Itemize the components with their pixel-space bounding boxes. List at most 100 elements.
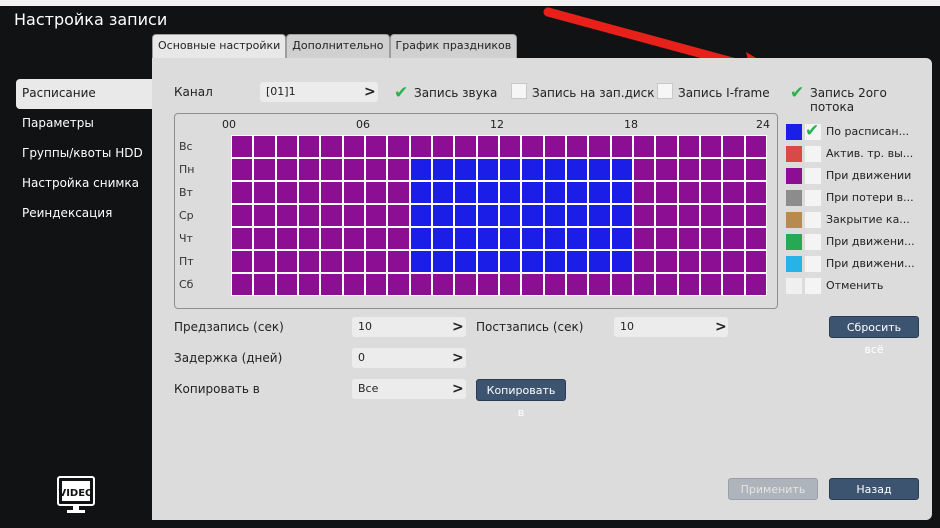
schedule-cell[interactable]	[745, 205, 766, 226]
schedule-cell[interactable]	[589, 205, 610, 226]
schedule-cell[interactable]	[410, 274, 431, 295]
schedule-cell[interactable]	[500, 205, 521, 226]
back-button[interactable]: Назад	[829, 478, 919, 500]
schedule-cell[interactable]	[232, 274, 253, 295]
schedule-cell[interactable]	[433, 251, 454, 272]
sidebar-item-reindex[interactable]: Реиндексация	[16, 199, 152, 229]
schedule-cell[interactable]	[366, 182, 387, 203]
schedule-cell[interactable]	[634, 228, 655, 249]
copy-select[interactable]: Все	[352, 379, 466, 399]
schedule-cell[interactable]	[656, 228, 677, 249]
schedule-cell[interactable]	[745, 251, 766, 272]
reset-all-button[interactable]: Сбросить всё	[829, 316, 919, 356]
schedule-cell[interactable]	[634, 274, 655, 295]
schedule-cell[interactable]	[745, 136, 766, 157]
prerecord-select[interactable]: 10	[352, 317, 466, 337]
schedule-cell[interactable]	[522, 182, 543, 203]
channel-select[interactable]: [01]1	[260, 82, 378, 102]
schedule-cell[interactable]	[723, 274, 744, 295]
schedule-cell[interactable]	[701, 182, 722, 203]
legend-checkbox[interactable]	[805, 234, 821, 250]
schedule-cell[interactable]	[388, 274, 409, 295]
schedule-cell[interactable]	[678, 251, 699, 272]
schedule-cell[interactable]	[455, 136, 476, 157]
schedule-cell[interactable]	[388, 205, 409, 226]
legend-color-swatch[interactable]	[786, 124, 802, 140]
schedule-cell[interactable]	[611, 159, 632, 180]
schedule-cell[interactable]	[254, 274, 275, 295]
schedule-cell[interactable]	[276, 274, 297, 295]
tab-advanced[interactable]: Дополнительно	[286, 34, 390, 58]
legend-color-swatch[interactable]	[786, 190, 802, 206]
schedule-cell[interactable]	[366, 136, 387, 157]
schedule-cell[interactable]	[254, 136, 275, 157]
legend-color-swatch[interactable]	[786, 212, 802, 228]
schedule-cell[interactable]	[611, 228, 632, 249]
schedule-cell[interactable]	[477, 182, 498, 203]
schedule-cell[interactable]	[701, 205, 722, 226]
schedule-cell[interactable]	[544, 205, 565, 226]
schedule-cell[interactable]	[410, 159, 431, 180]
schedule-cell[interactable]	[321, 274, 342, 295]
schedule-cell[interactable]	[745, 159, 766, 180]
schedule-cell[interactable]	[410, 205, 431, 226]
schedule-cell[interactable]	[321, 159, 342, 180]
legend-checkbox[interactable]	[805, 278, 821, 294]
schedule-cell[interactable]	[678, 136, 699, 157]
schedule-cell[interactable]	[522, 159, 543, 180]
schedule-cell[interactable]	[634, 136, 655, 157]
schedule-cell[interactable]	[299, 205, 320, 226]
legend-color-swatch[interactable]	[786, 256, 802, 272]
schedule-cell[interactable]	[276, 251, 297, 272]
schedule-cell[interactable]	[611, 182, 632, 203]
schedule-cell[interactable]	[701, 274, 722, 295]
schedule-cell[interactable]	[477, 159, 498, 180]
schedule-cell[interactable]	[634, 182, 655, 203]
apply-button[interactable]: Применить	[728, 478, 818, 500]
schedule-cell[interactable]	[232, 136, 253, 157]
schedule-cell[interactable]	[611, 205, 632, 226]
schedule-cell[interactable]	[254, 251, 275, 272]
schedule-cell[interactable]	[276, 182, 297, 203]
legend-checkbox[interactable]	[805, 190, 821, 206]
schedule-cell[interactable]	[433, 159, 454, 180]
schedule-cell[interactable]	[567, 182, 588, 203]
schedule-cell[interactable]	[522, 136, 543, 157]
schedule-cell[interactable]	[343, 205, 364, 226]
schedule-cell[interactable]	[678, 228, 699, 249]
schedule-cell[interactable]	[477, 205, 498, 226]
disk-checkbox[interactable]	[511, 83, 527, 99]
schedule-cell[interactable]	[544, 228, 565, 249]
schedule-cell[interactable]	[544, 159, 565, 180]
copy-to-button[interactable]: Копировать в	[476, 379, 566, 419]
schedule-cell[interactable]	[589, 274, 610, 295]
schedule-cell[interactable]	[701, 228, 722, 249]
legend-color-swatch[interactable]	[786, 168, 802, 184]
schedule-cell[interactable]	[656, 251, 677, 272]
sidebar-item-hdd-groups[interactable]: Группы/квоты HDD	[16, 139, 152, 169]
schedule-cell[interactable]	[745, 182, 766, 203]
delay-chevron-icon[interactable]: >	[452, 348, 464, 368]
schedule-cell[interactable]	[678, 159, 699, 180]
schedule-cell[interactable]	[321, 228, 342, 249]
schedule-cell[interactable]	[522, 251, 543, 272]
schedule-cell[interactable]	[321, 205, 342, 226]
schedule-cell[interactable]	[634, 159, 655, 180]
schedule-cell[interactable]	[656, 274, 677, 295]
schedule-cell[interactable]	[477, 136, 498, 157]
tab-basic-settings[interactable]: Основные настройки	[152, 34, 287, 58]
schedule-cell[interactable]	[343, 251, 364, 272]
schedule-cell[interactable]	[701, 251, 722, 272]
schedule-cell[interactable]	[567, 274, 588, 295]
schedule-cell[interactable]	[455, 159, 476, 180]
schedule-cell[interactable]	[522, 228, 543, 249]
schedule-cell[interactable]	[299, 159, 320, 180]
schedule-cell[interactable]	[366, 228, 387, 249]
schedule-cell[interactable]	[678, 182, 699, 203]
schedule-cell[interactable]	[678, 205, 699, 226]
schedule-cell[interactable]	[455, 251, 476, 272]
legend-checkbox[interactable]	[805, 168, 821, 184]
schedule-cell[interactable]	[388, 159, 409, 180]
schedule-cell[interactable]	[254, 205, 275, 226]
schedule-cell[interactable]	[589, 136, 610, 157]
